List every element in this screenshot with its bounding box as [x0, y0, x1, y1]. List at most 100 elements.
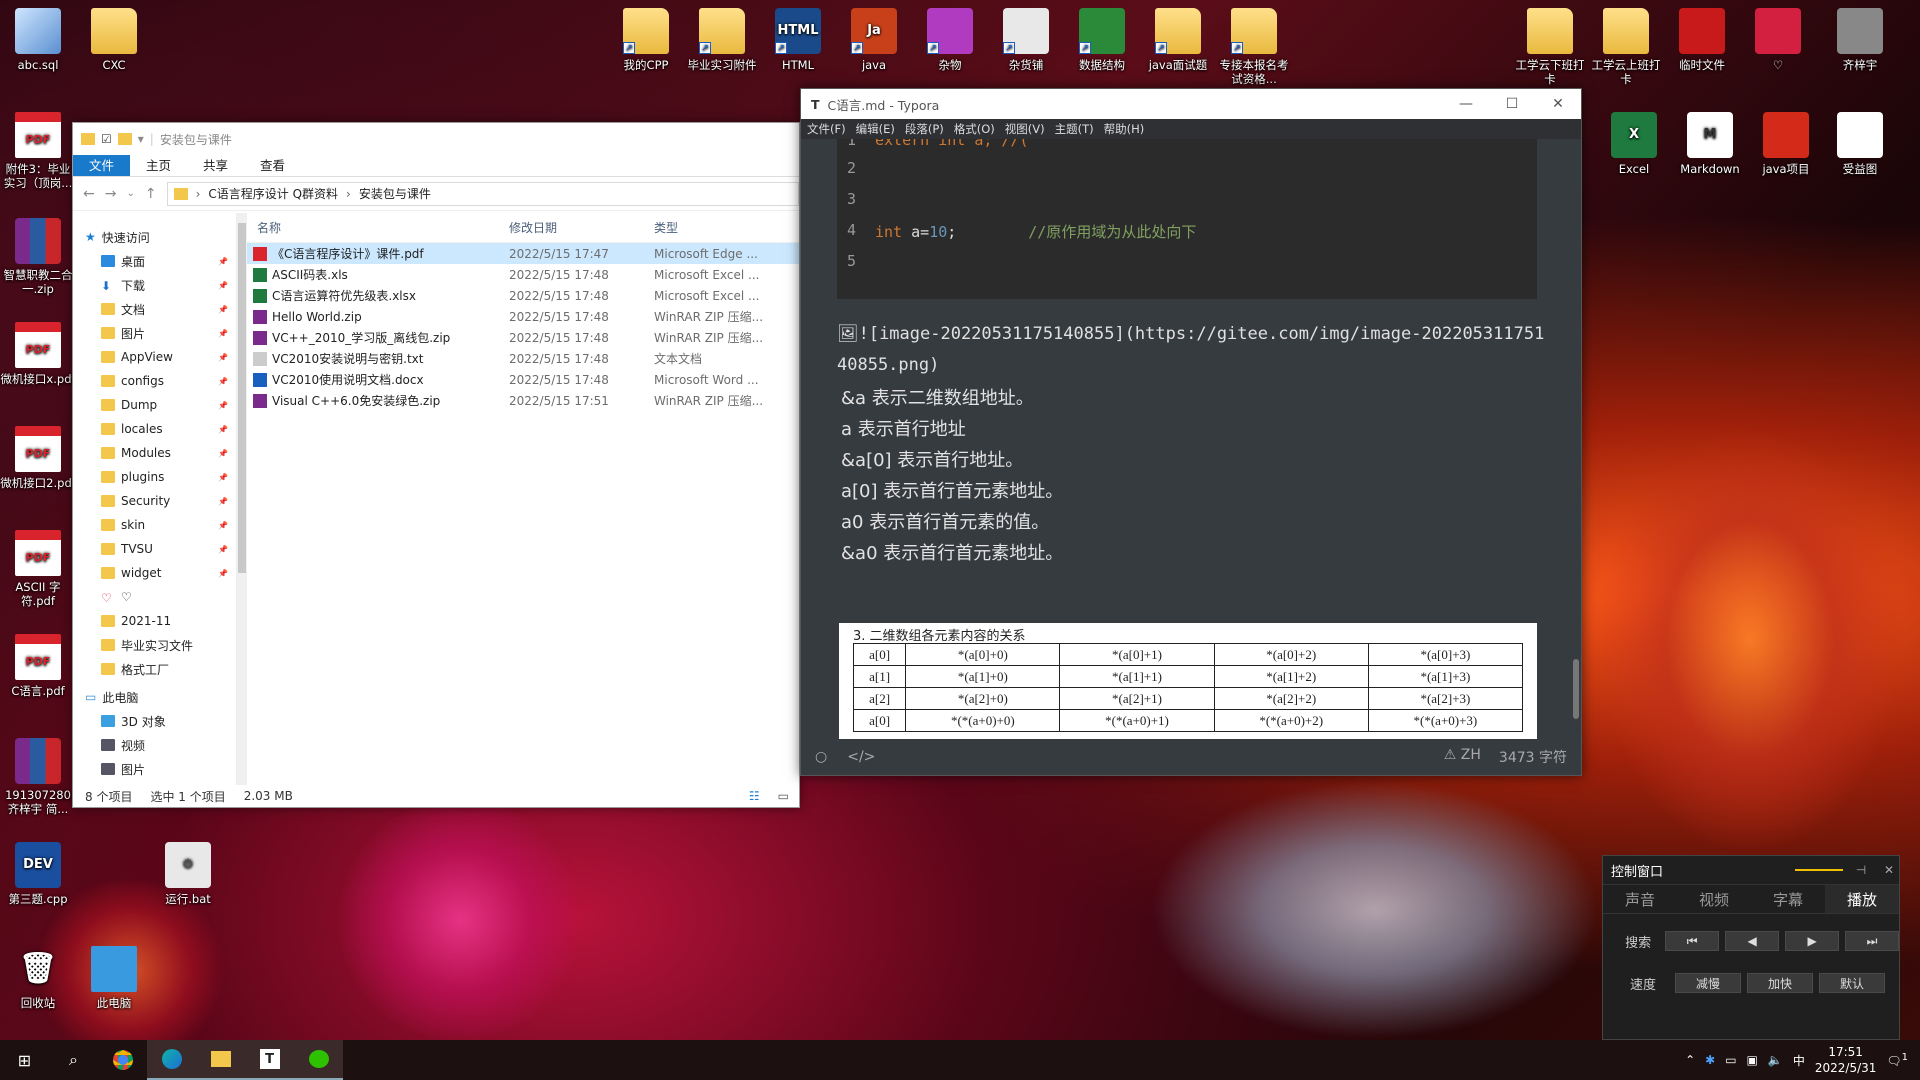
up-arrow-icon[interactable]: ↑	[145, 186, 157, 202]
pin-icon[interactable]: 📌	[218, 353, 228, 362]
desktop-icon[interactable]: Ja ↗ java	[836, 8, 912, 72]
menu-item[interactable]: 主题(T)	[1055, 121, 1094, 137]
file-row[interactable]: VC++_2010_学习版_离线包.zip 2022/5/15 17:48 WinR…	[247, 327, 799, 348]
file-row[interactable]: VC2010使用说明文档.docx 2022/5/15 17:48 Microsof…	[247, 369, 799, 390]
image-markdown-source[interactable]: 🖼![image-20220531175140855](https://gite…	[837, 319, 1547, 381]
chrome-icon[interactable]	[98, 1040, 147, 1080]
pin-icon[interactable]: 📌	[218, 281, 228, 290]
breadcrumb-item[interactable]: 安装包与课件	[359, 185, 431, 202]
desktop-icon[interactable]: ↗ java面试题	[1140, 8, 1216, 72]
pin-icon[interactable]: 📌	[218, 545, 228, 554]
tab-share[interactable]: 共享	[187, 155, 244, 176]
nav-scrollbar[interactable]	[237, 213, 247, 785]
tab-home[interactable]: 主页	[130, 155, 187, 176]
battery-icon[interactable]: ▭	[1725, 1053, 1736, 1067]
desktop-icon[interactable]: ⚙ 运行.bat	[150, 842, 226, 906]
document-area[interactable]: 1 extern int a; //( 2 3 4 int a=10;//原作用…	[801, 139, 1581, 739]
column-date[interactable]: 修改日期	[509, 219, 654, 236]
nav-item[interactable]: ♡ ♡	[73, 585, 236, 609]
menu-item[interactable]: 帮助(H)	[1104, 121, 1145, 137]
nav-item[interactable]: 毕业实习文件	[73, 633, 236, 657]
desktop-icon[interactable]: 🗑 回收站	[0, 946, 76, 1011]
paragraph[interactable]: &a0 表示首行首元素地址。	[841, 538, 1063, 569]
clock[interactable]: 17:51 2022/5/31	[1815, 1044, 1877, 1076]
document-scrollbar[interactable]	[1573, 659, 1579, 719]
file-row[interactable]: VC2010安装说明与密钥.txt 2022/5/15 17:48 文本文档	[247, 348, 799, 369]
paragraph[interactable]: &a[0] 表示首行地址。	[841, 445, 1023, 476]
paragraph[interactable]: a 表示首行地址	[841, 414, 966, 445]
desktop-icon[interactable]: PDF C语言.pdf	[0, 634, 76, 698]
seek-back-button[interactable]: ◀	[1725, 931, 1780, 951]
source-code-icon[interactable]: </>	[847, 749, 875, 765]
nav-item[interactable]: configs 📌	[73, 369, 236, 393]
desktop-icon[interactable]: 工学云上班打卡	[1588, 8, 1664, 86]
close-icon[interactable]: ✕	[1879, 863, 1899, 877]
desktop-icon[interactable]: 受益图	[1822, 112, 1898, 176]
tab-view[interactable]: 查看	[244, 155, 301, 176]
menu-item[interactable]: 视图(V)	[1005, 121, 1045, 137]
desktop-icon[interactable]: 临时文件	[1664, 8, 1740, 72]
checkbox-icon[interactable]: ☑	[101, 132, 112, 146]
default-speed-button[interactable]: 默认	[1819, 973, 1885, 993]
paragraph[interactable]: a0 表示首行首元素的值。	[841, 507, 1049, 538]
breadcrumb-item[interactable]: C语言程序设计 Q群资料	[208, 185, 338, 202]
desktop-icon[interactable]: PDF 微机接口x.pdf	[0, 322, 76, 386]
pin-icon[interactable]: 📌	[218, 521, 228, 530]
column-name[interactable]: 名称	[247, 219, 509, 236]
column-type[interactable]: 类型	[654, 219, 774, 236]
pin-icon[interactable]: 📌	[218, 401, 228, 410]
desktop-icon[interactable]: ↗ 我的CPP	[608, 8, 684, 72]
pin-icon[interactable]: 📌	[218, 257, 228, 266]
nav-item[interactable]: 3D 对象	[73, 709, 236, 733]
windows-start-icon[interactable]: ⊞	[0, 1040, 49, 1080]
nav-item[interactable]: plugins 📌	[73, 465, 236, 489]
nav-quick-access[interactable]: ★ 快速访问	[73, 225, 236, 249]
nav-this-pc[interactable]: ▭ 此电脑	[73, 685, 236, 709]
desktop-icon[interactable]: abc.sql	[0, 8, 76, 72]
bluetooth-icon[interactable]: ✱	[1705, 1053, 1715, 1067]
network-icon[interactable]: ▣	[1747, 1053, 1758, 1067]
desktop-icon[interactable]: X Excel	[1596, 112, 1672, 176]
tab-video[interactable]: 视频	[1677, 885, 1751, 913]
pin-icon[interactable]: 📌	[218, 497, 228, 506]
menu-item[interactable]: 编辑(E)	[856, 121, 895, 137]
nav-item[interactable]: Security 📌	[73, 489, 236, 513]
file-row[interactable]: 《C语言程序设计》课件.pdf 2022/5/15 17:47 Microsoft …	[247, 243, 799, 264]
char-count[interactable]: 3473 字符	[1499, 747, 1567, 767]
desktop-icon[interactable]: ↗ 毕业实习附件	[684, 8, 760, 72]
breadcrumb[interactable]: › C语言程序设计 Q群资料 › 安装包与课件	[166, 181, 799, 206]
maximize-icon[interactable]: ☐	[1489, 96, 1535, 112]
file-row[interactable]: Hello World.zip 2022/5/15 17:48 WinRAR ZIP…	[247, 306, 799, 327]
nav-item[interactable]: 格式工厂	[73, 657, 236, 681]
desktop-icon[interactable]: 智慧职教二合一.zip	[0, 218, 76, 296]
file-row[interactable]: C语言运算符优先级表.xlsx 2022/5/15 17:48 Microsoft …	[247, 285, 799, 306]
paragraph[interactable]: &a 表示二维数组地址。	[841, 383, 1034, 414]
desktop-icon[interactable]: 191307280齐梓宇 简...	[0, 738, 76, 816]
wechat-icon[interactable]	[294, 1040, 343, 1080]
desktop-icon[interactable]: HTML ↗ HTML	[760, 8, 836, 72]
seek-start-button[interactable]: ⏮	[1665, 931, 1720, 951]
chevron-up-icon[interactable]: ⌃	[1685, 1053, 1695, 1067]
typora-icon[interactable]: T	[245, 1040, 294, 1080]
pin-icon[interactable]: 📌	[218, 449, 228, 458]
nav-item[interactable]: 文档 📌	[73, 297, 236, 321]
paragraph[interactable]: a[0] 表示首行首元素地址。	[841, 476, 1063, 507]
large-icons-view-icon[interactable]: ▭	[778, 789, 789, 803]
ime-indicator[interactable]: 中	[1793, 1052, 1805, 1069]
desktop-icon[interactable]: ↗ 杂货铺	[988, 8, 1064, 72]
chevron-down-icon[interactable]: ▾	[138, 132, 144, 146]
file-explorer-icon[interactable]	[196, 1040, 245, 1080]
desktop-icon[interactable]: PDF 附件3：毕业实习（顶岗...	[0, 112, 76, 190]
pin-icon[interactable]: 📌	[218, 473, 228, 482]
close-icon[interactable]: ✕	[1535, 96, 1581, 112]
desktop-icon[interactable]: M Markdown	[1672, 112, 1748, 176]
pin-icon[interactable]: 📌	[218, 569, 228, 578]
nav-item[interactable]: TVSU 📌	[73, 537, 236, 561]
tab-subtitle[interactable]: 字幕	[1751, 885, 1825, 913]
slow-down-button[interactable]: 减慢	[1675, 973, 1741, 993]
typora-titlebar[interactable]: T C语言.md - Typora — ☐ ✕	[801, 89, 1581, 119]
desktop-icon[interactable]: DEV 第三题.cpp	[0, 842, 76, 906]
tab-file[interactable]: 文件	[73, 155, 131, 176]
outline-toggle-icon[interactable]: ○	[815, 749, 827, 765]
seek-end-button[interactable]: ⏭	[1845, 931, 1900, 951]
